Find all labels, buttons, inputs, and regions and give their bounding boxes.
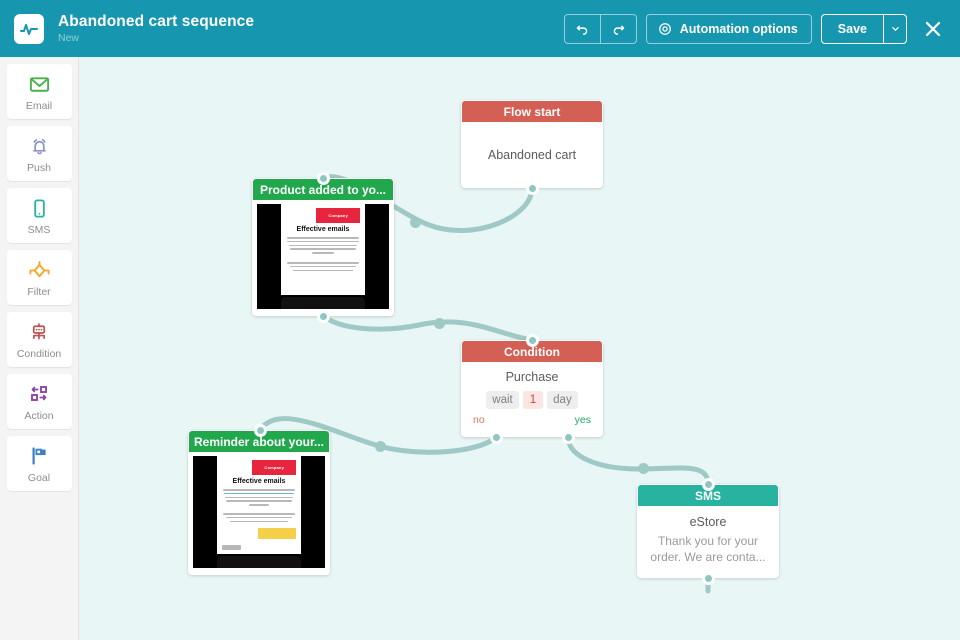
flow-canvas[interactable]: Flow start Abandoned cart Product added …: [79, 57, 960, 640]
node-anchor-dot[interactable]: [317, 310, 330, 323]
email-preview-badge: Company: [252, 460, 296, 475]
condition-wait-row: wait 1 day: [486, 391, 577, 409]
node-body: eStore Thank you for your order. We are …: [637, 506, 779, 578]
close-button[interactable]: [920, 16, 946, 42]
page-title: Abandoned cart sequence: [58, 13, 254, 30]
automation-options-label: Automation options: [680, 22, 798, 36]
email-preview-heading: Effective emails: [297, 226, 350, 233]
node-anchor-dot[interactable]: [526, 182, 539, 195]
sidebar-item-condition[interactable]: Condition: [7, 312, 72, 367]
app-header: Abandoned cart sequence New Automation o…: [0, 0, 960, 57]
node-anchor-dot[interactable]: [254, 424, 267, 437]
node-body: Purchase wait 1 day no yes: [461, 362, 603, 444]
node-body: Abandoned cart: [461, 122, 603, 188]
flow-node-flow-start[interactable]: Flow start Abandoned cart: [461, 100, 603, 188]
wait-label-pill: wait: [486, 391, 518, 409]
email-preview-heading: Effective emails: [233, 478, 286, 485]
email-preview-cta-button: [258, 528, 296, 538]
email-preview-thumbnail: Company Effective emails: [193, 456, 325, 568]
redo-button[interactable]: [600, 15, 636, 43]
robot-icon: [27, 319, 51, 345]
email-preview-footer-bar: [217, 556, 301, 568]
condition-branch-labels: no yes: [461, 409, 603, 426]
chevron-down-icon: [891, 24, 900, 33]
flow-title-block: Abandoned cart sequence New: [58, 13, 254, 45]
node-anchor-dot[interactable]: [562, 431, 575, 444]
undo-button[interactable]: [565, 15, 600, 43]
email-preview-badge: Company: [316, 208, 360, 223]
sidebar-item-push[interactable]: Push: [7, 126, 72, 181]
node-header-label: Flow start: [462, 101, 602, 122]
redo-arrow-icon: [611, 21, 626, 36]
sidebar-item-label: Action: [24, 410, 53, 422]
flow-node-sms[interactable]: SMS eStore Thank you for your order. We …: [637, 484, 779, 578]
automation-options-button[interactable]: Automation options: [646, 14, 812, 44]
node-anchor-dot[interactable]: [702, 478, 715, 491]
flag-icon: [27, 443, 51, 469]
sidebar-item-action[interactable]: Action: [7, 374, 72, 429]
filter-diamond-icon: [27, 257, 52, 283]
sidebar-item-label: Condition: [17, 348, 61, 360]
wait-value-pill[interactable]: 1: [523, 391, 543, 409]
branch-label-yes: yes: [575, 414, 591, 426]
email-preview-card: Company Effective emails: [217, 456, 301, 554]
email-preview-footer-bar: [281, 297, 365, 309]
email-preview-card: Company Effective emails: [281, 204, 365, 295]
flow-node-condition[interactable]: Condition Purchase wait 1 day no yes: [461, 340, 603, 437]
sidebar-item-label: SMS: [28, 224, 51, 236]
sidebar-item-sms[interactable]: SMS: [7, 188, 72, 243]
mobile-phone-icon: [28, 195, 51, 221]
automation-flow-builder: Abandoned cart sequence New Automation o…: [0, 0, 960, 640]
action-squares-icon: [27, 381, 51, 407]
sidebar-item-label: Push: [27, 162, 51, 174]
undo-arrow-icon: [575, 21, 590, 36]
node-anchor-dot[interactable]: [702, 572, 715, 585]
block-palette-sidebar: Email Push SMS: [0, 57, 79, 640]
flow-status-label: New: [58, 31, 254, 45]
node-anchor-dot[interactable]: [526, 334, 539, 347]
sidebar-item-filter[interactable]: Filter: [7, 250, 72, 305]
bell-icon: [28, 133, 51, 159]
gear-target-icon: [658, 22, 672, 36]
wait-unit-pill: day: [547, 391, 578, 409]
node-anchor-dot[interactable]: [490, 431, 503, 444]
sidebar-item-label: Filter: [27, 286, 50, 298]
save-split-button: Save: [821, 14, 907, 44]
flow-start-trigger-label: Abandoned cart: [488, 148, 576, 162]
close-x-icon: [923, 19, 943, 39]
condition-title: Purchase: [506, 370, 559, 384]
sms-message-text: Thank you for your order. We are conta..…: [646, 533, 770, 565]
save-dropdown-button[interactable]: [883, 15, 906, 43]
sidebar-item-email[interactable]: Email: [7, 64, 72, 119]
sidebar-item-label: Email: [26, 100, 52, 112]
connector-midpoint-dot[interactable]: [375, 441, 386, 452]
undo-redo-group: [564, 14, 637, 44]
email-preview-secondary-button: [222, 545, 241, 550]
email-preview-body-lines: [222, 489, 296, 524]
branch-label-no: no: [473, 414, 485, 426]
flow-node-email-product-added[interactable]: Product added to yo... Company Effective…: [252, 178, 394, 316]
activity-pulse-icon: [14, 14, 44, 44]
email-preview-thumbnail: Company Effective emails: [257, 204, 389, 309]
email-preview-body-lines: [286, 237, 360, 273]
sidebar-item-label: Goal: [28, 472, 50, 484]
connector-midpoint-dot[interactable]: [434, 318, 445, 329]
sidebar-item-goal[interactable]: Goal: [7, 436, 72, 491]
connector-midpoint-dot[interactable]: [638, 463, 649, 474]
node-anchor-dot[interactable]: [317, 172, 330, 185]
connector-midpoint-dot[interactable]: [410, 217, 421, 228]
flow-node-email-reminder[interactable]: Reminder about your... Company Effective…: [188, 430, 330, 575]
sms-sender-label: eStore: [690, 515, 727, 529]
save-button[interactable]: Save: [822, 15, 883, 43]
envelope-icon: [28, 71, 51, 97]
